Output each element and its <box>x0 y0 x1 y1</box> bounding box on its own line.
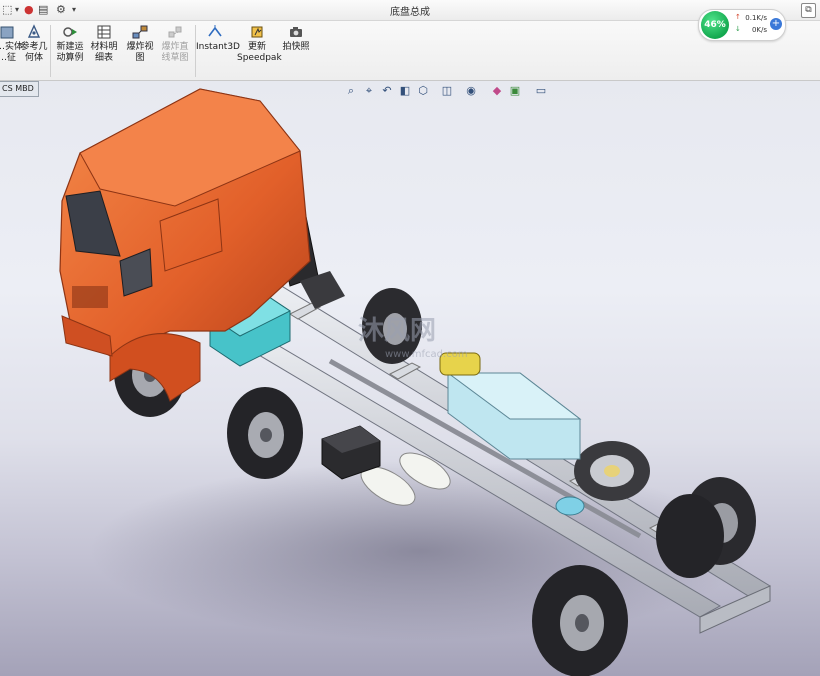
explode-line-icon <box>168 26 182 38</box>
reference-geometry-icon <box>27 24 41 38</box>
title-bar: ⬚ ▾ ● ▤ ⚙ ▾ 底盘总成 ⧉ <box>0 0 820 21</box>
truck-chassis-model[interactable]: 沐风网 www.mfcad.com <box>0 81 820 676</box>
restore-icon[interactable]: ⧉ <box>801 3 816 18</box>
motion-study-button[interactable]: 新建运 动算例 <box>54 24 86 64</box>
watermark-url: www.mfcad.com <box>385 349 468 360</box>
memory-percent-gauge: 46% <box>701 11 729 39</box>
ribbon-label: 更新 Speedpak <box>237 42 282 63</box>
explode-view-icon <box>132 25 148 39</box>
bom-icon <box>97 25 111 39</box>
ribbon-label: Instant3D <box>196 42 240 52</box>
add-icon[interactable]: + <box>770 18 782 30</box>
command-manager-ribbon: …实体 …征 参考几 何体 新建运 动算例 材料明 细表 爆炸视 图 爆炸直 线… <box>0 21 820 81</box>
snapshot-button[interactable]: 拍快照 <box>280 24 312 53</box>
solid-body-icon <box>0 26 14 39</box>
reference-geometry-button[interactable]: 参考几 何体 <box>20 24 48 64</box>
tab-mbd[interactable]: CS MBD <box>0 81 39 97</box>
ribbon-label: 参考几 何体 <box>20 42 48 63</box>
instant3d-button[interactable]: Instant3D <box>196 24 240 53</box>
download-arrow-icon: ↓ <box>735 25 741 33</box>
speedpak-icon <box>251 26 263 38</box>
spare-wheel <box>574 441 650 501</box>
graphics-viewport[interactable]: ⌕ ⌖ ↶ ◧ ⬡ ◫ ◉ ◆ ▣ ▭ 沐风网 www.mfcad.com <box>0 81 820 676</box>
rear-wheel-near <box>532 565 628 676</box>
ribbon-label: 新建运 动算例 <box>56 42 84 63</box>
upload-arrow-icon: ↑ <box>735 13 741 21</box>
explode-line-button[interactable]: 爆炸直 线草图 <box>158 24 192 64</box>
middle-wheel <box>227 387 303 479</box>
camera-icon <box>290 27 302 37</box>
ribbon-label: 拍快照 <box>282 42 310 52</box>
ground-shadow <box>90 461 750 641</box>
upload-speed: 0.1K/s <box>745 14 767 22</box>
download-speed: 0K/s <box>751 26 767 34</box>
speedpak-button[interactable]: 更新 Speedpak <box>237 24 282 64</box>
network-monitor-widget[interactable]: 46% ↑ 0.1K/s ↓ 0K/s + <box>698 9 786 41</box>
document-title: 底盘总成 <box>390 7 430 18</box>
watermark-text: 沐风网 <box>358 316 436 346</box>
solid-body-button[interactable]: …实体 …征 <box>0 24 23 64</box>
bom-button[interactable]: 材料明 细表 <box>89 24 119 64</box>
ribbon-divider <box>50 25 51 77</box>
ribbon-label: 爆炸视 图 <box>126 42 154 63</box>
ribbon-label: 爆炸直 线草图 <box>161 42 189 63</box>
fuel-tank <box>439 352 582 460</box>
motion-study-icon <box>63 27 77 37</box>
instant3d-icon <box>208 25 222 37</box>
explode-view-button[interactable]: 爆炸视 图 <box>123 24 157 64</box>
ribbon-label: 材料明 细表 <box>90 42 118 63</box>
